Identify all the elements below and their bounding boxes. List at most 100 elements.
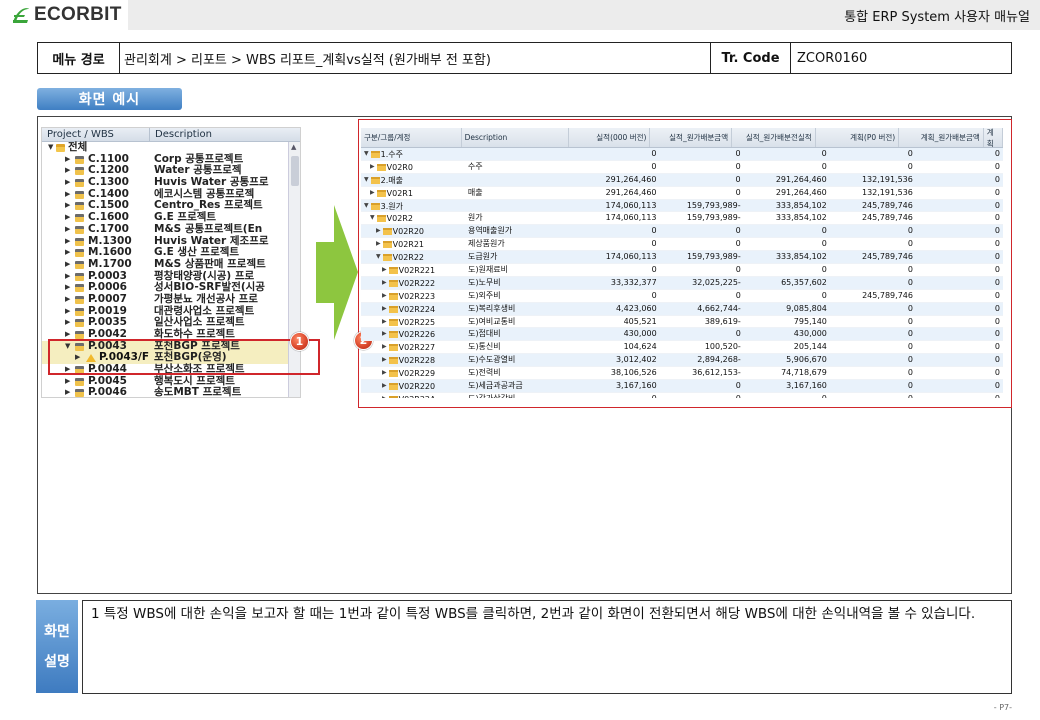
grid-column-header[interactable]: 구분/그룹/계정 <box>361 128 462 147</box>
collapse-triangle-icon[interactable]: ▼ <box>376 253 381 260</box>
expand-triangle-icon[interactable]: ▶ <box>382 369 387 376</box>
grid-node-cell[interactable]: ▼ 2.매출 <box>361 174 465 186</box>
grid-node-cell[interactable]: ▶ V02R221 <box>361 264 465 276</box>
expand-triangle-icon[interactable]: ▶ <box>65 247 70 259</box>
expand-triangle-icon[interactable]: ▶ <box>382 395 387 398</box>
tree-item[interactable]: ▶ C.1300 Huvis Water 공통프로 <box>42 176 300 189</box>
grid-node-cell[interactable]: ▶ V02R22A <box>361 393 465 398</box>
grid-description-cell: 도)원재료비 <box>468 265 508 275</box>
grid-row[interactable]: ▶ V02R229 도)전력비 38,106,526 36,612,153- 74,718… <box>361 367 1003 381</box>
tree-item[interactable]: ▶ P.0046 송도MBT 프로젝트 <box>42 387 300 397</box>
expand-triangle-icon[interactable]: ▶ <box>382 279 387 286</box>
expand-triangle-icon[interactable]: ▶ <box>65 282 70 294</box>
expand-triangle-icon[interactable]: ▶ <box>65 212 70 224</box>
expand-triangle-icon[interactable]: ▶ <box>65 224 70 236</box>
grid-row[interactable]: ▶ V02R20 용역매출원가 0 0 0 0 0 <box>361 225 1003 239</box>
expand-triangle-icon[interactable]: ▶ <box>382 266 387 273</box>
collapse-triangle-icon[interactable]: ▼ <box>364 176 369 183</box>
expand-triangle-icon[interactable]: ▶ <box>382 305 387 312</box>
expand-triangle-icon[interactable]: ▶ <box>382 382 387 389</box>
expand-triangle-icon[interactable]: ▶ <box>376 240 381 247</box>
grid-row[interactable]: ▶ V02R220 도)세금과공과금 3,167,160 0 3,167,160 0 0 <box>361 380 1003 393</box>
grid-node-cell[interactable]: ▶ V02R226 <box>361 328 465 340</box>
grid-node-cell[interactable]: ▶ V02R229 <box>361 367 465 379</box>
grid-row[interactable]: ▶ V02R223 도)외주비 0 0 0 245,789,746 0 <box>361 290 1003 303</box>
grid-node-cell[interactable]: ▶ V02R224 <box>361 303 465 315</box>
expand-triangle-icon[interactable]: ▶ <box>65 200 70 212</box>
expand-triangle-icon[interactable]: ▶ <box>65 154 70 166</box>
grid-row[interactable]: ▶ V02R228 도)수도광열비 3,012,402 2,894,268- 5,906,… <box>361 354 1003 368</box>
grid-row[interactable]: ▼ V02R22 도급원가 174,060,113 159,793,989- 333,85… <box>361 251 1003 265</box>
expand-triangle-icon[interactable]: ▶ <box>65 317 70 329</box>
wbs-node-icon <box>75 295 84 304</box>
expand-triangle-icon[interactable]: ▶ <box>65 294 70 306</box>
grid-node-cell[interactable]: ▶ V02R227 <box>361 341 465 353</box>
grid-node-cell[interactable]: ▶ V02R222 <box>361 277 465 289</box>
grid-node-cell[interactable]: ▼ 3.원가 <box>361 200 465 212</box>
folder-icon <box>388 279 398 287</box>
grid-row[interactable]: ▼ 2.매출 291,264,460 0 291,264,460 132,191,536 0 <box>361 173 1003 187</box>
grid-column-header[interactable]: 계획_원가배분금액 <box>899 128 984 147</box>
scroll-up-icon[interactable]: ▲ <box>291 143 296 151</box>
collapse-triangle-icon[interactable]: ▼ <box>364 202 369 209</box>
expand-triangle-icon[interactable]: ▶ <box>382 356 387 363</box>
expand-triangle-icon[interactable]: ▶ <box>65 259 70 271</box>
grid-row[interactable]: ▶V02R22A도)감가상각비00000 <box>361 393 1003 398</box>
grid-row[interactable]: ▶ V02R221 도)원재료비 0 0 0 0 0 <box>361 264 1003 277</box>
expand-triangle-icon[interactable]: ▶ <box>65 165 70 177</box>
grid-row[interactable]: ▼ V02R2 원가 174,060,113 159,793,989- 333,854,1… <box>361 212 1003 226</box>
expand-triangle-icon[interactable]: ▶ <box>65 376 70 388</box>
grid-node-cell[interactable]: ▶ V02R21 <box>361 238 465 250</box>
collapse-triangle-icon[interactable]: ▼ <box>48 142 53 154</box>
expand-triangle-icon[interactable]: ▶ <box>370 163 375 170</box>
grid-node-cell[interactable]: ▶ V02R0 <box>361 161 465 173</box>
grid-column-header[interactable]: 실적(000 버전) <box>569 128 651 147</box>
expand-triangle-icon[interactable]: ▶ <box>65 189 70 201</box>
tree-item[interactable]: ▶ P.0007 가평분뇨 개선공사 프로 <box>42 293 300 306</box>
expand-triangle-icon[interactable]: ▶ <box>65 236 70 248</box>
expand-triangle-icon[interactable]: ▶ <box>65 177 70 189</box>
grid-node-cell[interactable]: ▶ V02R223 <box>361 290 465 302</box>
collapse-triangle-icon[interactable]: ▼ <box>364 150 369 157</box>
grid-node-cell[interactable]: ▼ 1.수주 <box>361 148 465 160</box>
expand-triangle-icon[interactable]: ▶ <box>65 387 70 397</box>
grid-column-header[interactable]: 실적_원가배분전실적 <box>732 128 816 147</box>
grid-column-header[interactable]: 계획(P0 버전) <box>816 128 900 147</box>
grid-node-cell[interactable]: ▼ V02R2 <box>361 212 465 224</box>
tree-item[interactable]: ▶ C.1700 M&S 공통프로젝트(En <box>42 223 300 236</box>
expand-triangle-icon[interactable]: ▶ <box>382 318 387 325</box>
grid-column-header[interactable]: Description <box>462 128 569 147</box>
grid-row[interactable]: ▶ V02R225 도)여비교통비 405,521 389,619- 795,140 0 0 <box>361 316 1003 329</box>
grid-row[interactable]: ▶ V02R222 도)노무비 33,332,377 32,025,225- 65,357… <box>361 276 1003 290</box>
expand-triangle-icon[interactable]: ▶ <box>382 292 387 299</box>
expand-triangle-icon[interactable]: ▶ <box>370 189 375 196</box>
grid-row[interactable]: ▶ V02R227 도)통신비 104,624 100,520- 205,144 0 0 <box>361 341 1003 355</box>
grid-row[interactable]: ▼ 1.수주 0 0 0 0 0 <box>361 148 1003 161</box>
expand-triangle-icon[interactable]: ▶ <box>65 271 70 283</box>
expand-triangle-icon[interactable]: ▶ <box>382 343 387 350</box>
grid-node-cell[interactable]: ▶ V02R1 <box>361 187 465 199</box>
tree-item[interactable]: ▶ M.1700 M&S 상품판매 프로젝트 <box>42 258 300 271</box>
grid-row[interactable]: ▶ V02R0 수주 0 0 0 0 0 <box>361 161 1003 174</box>
grid-row[interactable]: ▼ 3.원가 174,060,113 159,793,989- 333,854,102 2… <box>361 199 1003 213</box>
grid-value-cell: 0 <box>821 226 827 236</box>
grid-column-header[interactable]: 계획 <box>984 128 1003 148</box>
grid-node-cell[interactable]: ▼ V02R22 <box>361 251 465 263</box>
grid-node-cell[interactable]: ▶ V02R20 <box>361 225 465 237</box>
scroll-thumb[interactable] <box>291 156 299 186</box>
grid-row[interactable]: ▶ V02R21 제상품원가 0 0 0 0 0 <box>361 238 1003 252</box>
grid-column-header[interactable]: 실적_원가배분금액 <box>650 128 733 147</box>
expand-triangle-icon[interactable]: ▶ <box>376 227 381 234</box>
grid-node-cell[interactable]: ▶ V02R220 <box>361 380 465 392</box>
expand-triangle-icon[interactable]: ▶ <box>382 330 387 337</box>
collapse-triangle-icon[interactable]: ▼ <box>370 214 375 221</box>
grid-row[interactable]: ▶ V02R226 도)접대비 430,000 0 430,000 0 0 <box>361 328 1003 342</box>
tree-root-item[interactable]: ▼ 전체 <box>42 141 300 154</box>
grid-node-cell[interactable]: ▶ V02R228 <box>361 354 465 366</box>
grid-value-cell: 0 <box>735 239 741 249</box>
grid-row[interactable]: ▶ V02R224 도)복리후생비 4,423,060 4,662,744- 9,085,… <box>361 302 1003 316</box>
grid-value-cell: 0 <box>994 329 1001 339</box>
expand-triangle-icon[interactable]: ▶ <box>65 306 70 318</box>
grid-node-cell[interactable]: ▶ V02R225 <box>361 316 465 328</box>
grid-row[interactable]: ▶ V02R1 매출 291,264,460 0 291,264,460 132,191,5… <box>361 187 1003 200</box>
